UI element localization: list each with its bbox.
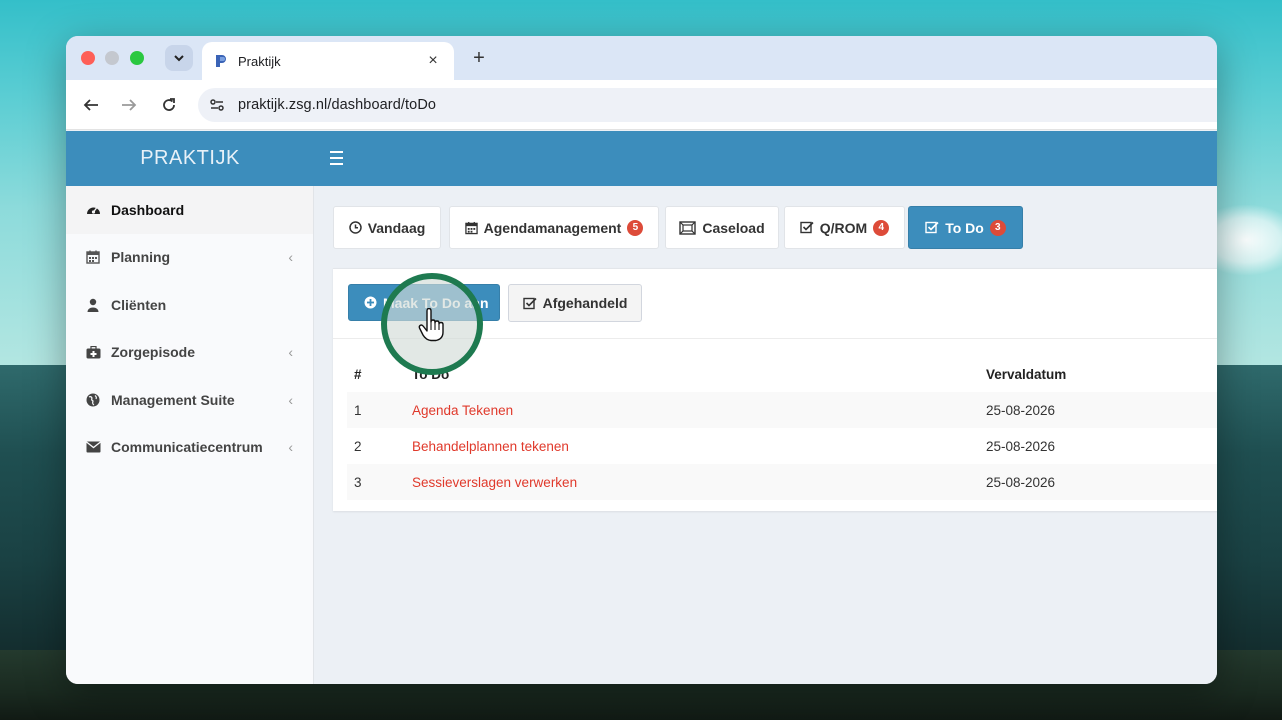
check-square-icon xyxy=(522,297,537,310)
todo-link[interactable]: Behandelplannen tekenen xyxy=(412,439,569,454)
table-header-row: # To Do Vervaldatum xyxy=(347,356,1217,392)
dashboard-icon xyxy=(85,202,101,218)
todo-cell: Agenda Tekenen xyxy=(405,392,979,428)
count-badge: 4 xyxy=(873,219,890,236)
address-bar[interactable]: praktijk.zsg.nl/dashboard/toDo xyxy=(198,88,1217,122)
clock-icon xyxy=(348,221,362,234)
minimize-window-button[interactable] xyxy=(105,51,119,65)
check-square-icon xyxy=(925,221,939,234)
sidebar-item-label: Planning xyxy=(111,249,171,266)
sidebar-item-management-suite[interactable]: Management Suite ‹ xyxy=(66,376,313,424)
todo-link[interactable]: Sessieverslagen verwerken xyxy=(412,475,577,490)
todo-box: Maak To Do aan Afgehandeld # To Do Verva… xyxy=(333,268,1217,511)
browser-window: Praktijk × + praktijk.zsg.nl/dashboard/t… xyxy=(66,36,1217,684)
favicon-icon xyxy=(214,54,228,68)
sidebar-item-clienten[interactable]: Cliënten xyxy=(66,281,313,329)
forward-button[interactable] xyxy=(116,92,142,118)
calendar-icon xyxy=(464,221,478,235)
maximize-window-button[interactable] xyxy=(130,51,144,65)
sidebar-item-planning[interactable]: Planning ‹ xyxy=(66,234,313,282)
url-text: praktijk.zsg.nl/dashboard/toDo xyxy=(238,97,437,113)
tab-search-button[interactable] xyxy=(165,45,193,71)
tab-label: Agendamanagement xyxy=(483,219,622,236)
back-button[interactable] xyxy=(78,92,104,118)
sidebar-item-label: Communicatiecentrum xyxy=(111,439,263,456)
todo-cell: Sessieverslagen verwerken xyxy=(405,464,979,500)
site-settings-icon[interactable] xyxy=(206,94,228,116)
sidebar-item-label: Dashboard xyxy=(111,201,185,218)
tab-label: Caseload xyxy=(702,219,765,236)
due-date: 25-08-2026 xyxy=(979,464,1217,500)
calendar-icon xyxy=(85,249,101,265)
main-content: Vandaag Agendamanagement 5 Caseload Q/RO… xyxy=(315,186,1217,684)
app-header: PRAKTIJK xyxy=(66,131,1217,186)
tab-caseload[interactable]: Caseload xyxy=(665,206,779,249)
new-tab-button[interactable]: + xyxy=(466,46,492,72)
todo-cell: Behandelplannen tekenen xyxy=(405,428,979,464)
due-date: 25-08-2026 xyxy=(986,438,1056,454)
sidebar-item-communicatiecentrum[interactable]: Communicatiecentrum ‹ xyxy=(66,424,313,472)
count-badge: 3 xyxy=(989,219,1006,236)
reload-icon xyxy=(163,98,175,111)
sidebar-item-label: Management Suite xyxy=(111,391,235,408)
chevron-left-icon: ‹ xyxy=(288,439,293,456)
envelope-icon xyxy=(85,439,101,455)
tab-label: Q/ROM xyxy=(819,219,868,236)
due-date: 25-08-2026 xyxy=(979,392,1217,428)
column-header[interactable]: To Do xyxy=(405,356,979,392)
tab-title: Praktijk xyxy=(238,53,281,69)
tab-close-icon[interactable]: × xyxy=(424,52,442,70)
sidebar-item-zorgepisode[interactable]: Zorgepisode ‹ xyxy=(66,329,313,377)
table-row: 3 Sessieverslagen verwerken 25-08-2026 xyxy=(347,464,1217,500)
browser-tab[interactable]: Praktijk × xyxy=(202,42,454,80)
row-number: 3 xyxy=(347,464,405,500)
add-todo-button[interactable]: Maak To Do aan xyxy=(348,284,500,321)
sidebar-item-label: Cliënten xyxy=(111,296,167,313)
table-row: 1 Agenda Tekenen 25-08-2026 xyxy=(347,392,1217,428)
menu-toggle-icon[interactable] xyxy=(330,147,346,169)
tab-strip: Praktijk × + xyxy=(66,36,1217,80)
chevron-left-icon: ‹ xyxy=(288,249,293,266)
tab-vandaag[interactable]: Vandaag xyxy=(333,206,441,249)
todo-link[interactable]: Agenda Tekenen xyxy=(412,403,513,418)
arrow-right-icon xyxy=(122,99,137,111)
box-toolbar: Maak To Do aan Afgehandeld xyxy=(333,269,1217,339)
medkit-icon xyxy=(85,344,101,360)
table-row: 2 Behandelplannen tekenen 25-08-2026 xyxy=(347,428,1217,464)
reload-button[interactable] xyxy=(156,92,182,118)
chevron-left-icon: ‹ xyxy=(288,344,293,361)
caseload-icon xyxy=(679,220,697,235)
sidebar-item-label: Zorgepisode xyxy=(111,344,196,361)
count-badge: 5 xyxy=(627,219,644,236)
tab-label: To Do xyxy=(945,219,984,236)
tab-agendamanagement[interactable]: Agendamanagement 5 xyxy=(449,206,659,249)
user-icon xyxy=(85,297,101,313)
column-header[interactable]: Vervaldatum xyxy=(979,356,1217,392)
check-square-icon xyxy=(800,221,814,234)
tab-label: Vandaag xyxy=(367,219,426,236)
tab-todo[interactable]: To Do 3 xyxy=(908,206,1023,249)
plus-circle-icon xyxy=(364,296,377,309)
tab-qrom[interactable]: Q/ROM 4 xyxy=(784,206,905,249)
chevron-down-icon xyxy=(174,54,184,61)
globe-icon xyxy=(85,392,101,408)
todo-table: # To Do Vervaldatum 1 Agenda Tekenen 25-… xyxy=(347,356,1217,500)
row-number: 1 xyxy=(347,392,405,428)
column-header: # xyxy=(354,366,362,382)
sidebar-item-dashboard[interactable]: Dashboard xyxy=(66,186,313,234)
chevron-left-icon: ‹ xyxy=(288,391,293,408)
done-label: Afgehandeld xyxy=(542,295,628,311)
arrow-left-icon xyxy=(83,99,98,111)
browser-toolbar: praktijk.zsg.nl/dashboard/toDo xyxy=(66,80,1217,130)
add-todo-label: Maak To Do aan xyxy=(383,294,489,311)
sidebar: Dashboard Planning ‹ Cliënten Zorgepisod… xyxy=(66,186,314,684)
app-logo[interactable]: PRAKTIJK xyxy=(66,131,314,186)
row-number: 2 xyxy=(354,438,362,454)
done-button[interactable]: Afgehandeld xyxy=(508,284,642,322)
close-window-button[interactable] xyxy=(81,51,95,65)
